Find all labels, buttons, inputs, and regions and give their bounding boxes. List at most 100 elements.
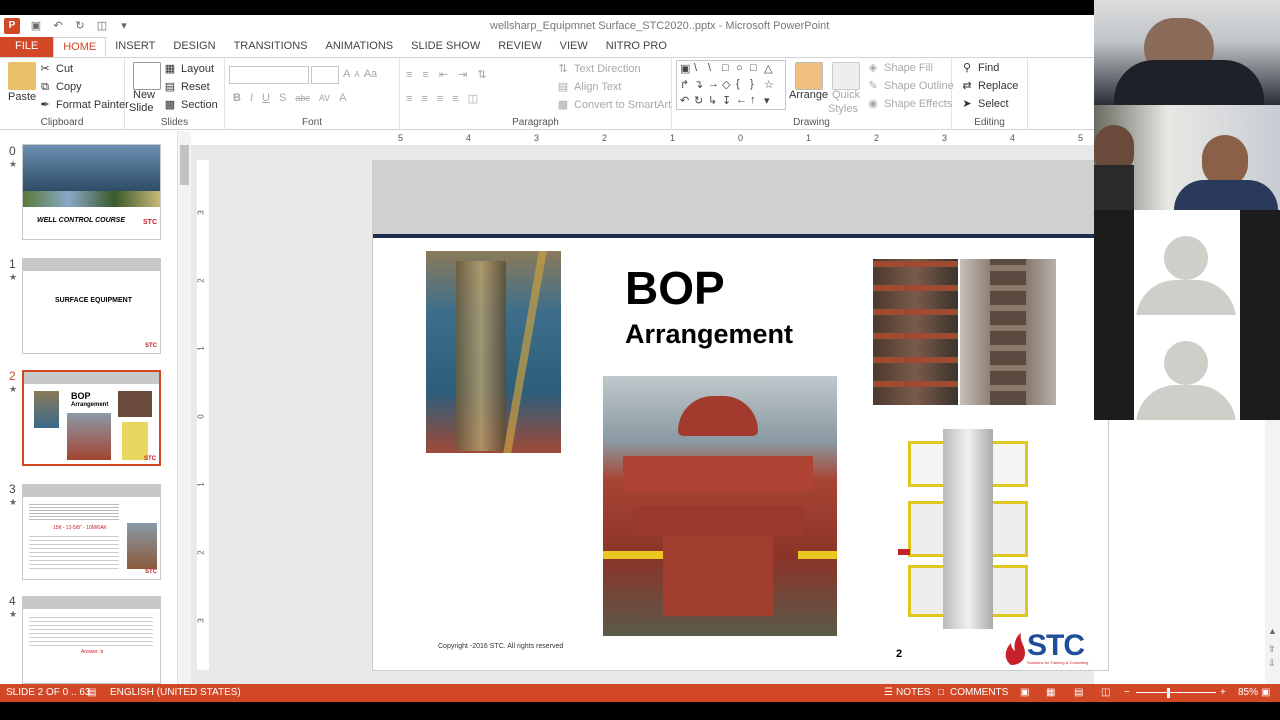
- tab-home[interactable]: HOME: [53, 37, 107, 57]
- slide-vertical-scrollbar[interactable]: ▲ ⇧ ⇩: [1265, 420, 1280, 684]
- bop-photo-rig-2[interactable]: [960, 259, 1056, 405]
- bop-photo-stack[interactable]: [603, 376, 837, 636]
- format-painter-button[interactable]: ✒ Format Painter: [38, 98, 128, 112]
- scrollbar-thumb[interactable]: [180, 145, 189, 185]
- copy-button[interactable]: ⧉ Copy: [38, 80, 82, 94]
- bop-diagram-3d[interactable]: [888, 419, 1038, 634]
- arrange-icon[interactable]: [795, 62, 823, 90]
- previous-slide-icon[interactable]: ⇧: [1268, 644, 1276, 655]
- reading-view-icon[interactable]: ▤: [1074, 687, 1083, 698]
- bop-photo-rig-1[interactable]: [873, 259, 958, 405]
- slide-thumbnail-2[interactable]: BOP Arrangement STC: [22, 370, 161, 466]
- slide-sorter-icon[interactable]: ▦: [1046, 687, 1055, 698]
- customize-qat-icon[interactable]: ▾: [118, 20, 130, 32]
- thumbnail-scrollbar[interactable]: [178, 131, 191, 684]
- scroll-up-icon[interactable]: ▲: [1268, 626, 1277, 636]
- new-slide-label-2[interactable]: Slide: [129, 102, 153, 114]
- zoom-out-icon[interactable]: −: [1124, 687, 1130, 698]
- tab-view[interactable]: VIEW: [551, 37, 597, 57]
- video-tile-participant-3[interactable]: [1094, 210, 1280, 315]
- zoom-in-icon[interactable]: +: [1220, 687, 1226, 698]
- next-slide-icon[interactable]: ⇩: [1268, 658, 1276, 669]
- tab-nitro-pro[interactable]: NITRO PRO: [597, 37, 676, 57]
- text-direction-button[interactable]: ⇅ Text Direction: [556, 62, 640, 76]
- line-spacing-icon[interactable]: ⇅: [477, 68, 486, 81]
- notes-button[interactable]: NOTES: [896, 687, 930, 698]
- align-center-icon[interactable]: ≡: [421, 93, 427, 105]
- align-left-icon[interactable]: ≡: [406, 93, 412, 105]
- italic-button[interactable]: I: [250, 92, 253, 104]
- char-spacing-button[interactable]: AV: [319, 93, 330, 103]
- replace-button[interactable]: ⇄ Replace: [960, 79, 1018, 93]
- underline-button[interactable]: U: [262, 92, 270, 104]
- bullets-icon[interactable]: ≡: [406, 69, 412, 81]
- paste-icon[interactable]: [8, 62, 36, 90]
- new-slide-label-1[interactable]: New: [133, 89, 155, 101]
- zoom-slider-track[interactable]: [1136, 692, 1216, 693]
- font-color-button[interactable]: A: [339, 92, 346, 104]
- tab-slide-show[interactable]: SLIDE SHOW: [402, 37, 489, 57]
- video-tile-participant-4[interactable]: [1094, 315, 1280, 420]
- slide-thumbnail-0[interactable]: WELL CONTROL COURSE STC: [22, 144, 161, 240]
- shape-outline-button[interactable]: ✎ Shape Outline: [866, 79, 953, 93]
- zoom-slider-handle[interactable]: [1167, 688, 1170, 698]
- slide-thumbnail-1[interactable]: SURFACE EQUIPMENT STC: [22, 258, 161, 354]
- quick-styles-icon[interactable]: [832, 62, 860, 90]
- section-button[interactable]: ▩ Section: [163, 98, 218, 112]
- layout-button[interactable]: ▦ Layout: [163, 62, 214, 76]
- video-tile-participant-1[interactable]: [1094, 0, 1280, 105]
- justify-icon[interactable]: ≡: [452, 93, 458, 105]
- new-slide-icon[interactable]: [133, 62, 161, 90]
- shape-effects-button[interactable]: ◉ Shape Effects: [866, 97, 952, 111]
- tab-insert[interactable]: INSERT: [106, 37, 164, 57]
- slide-title[interactable]: BOP: [625, 261, 725, 315]
- arrange-button[interactable]: Arrange: [789, 89, 828, 101]
- language-indicator[interactable]: ENGLISH (UNITED STATES): [110, 687, 241, 698]
- font-size-select[interactable]: [311, 66, 339, 84]
- find-button[interactable]: ⚲ Find: [960, 61, 999, 75]
- tab-review[interactable]: REVIEW: [489, 37, 550, 57]
- numbering-icon[interactable]: ≡: [422, 69, 428, 81]
- comments-button[interactable]: COMMENTS: [950, 687, 1008, 698]
- video-tile-participant-2[interactable]: [1094, 105, 1280, 210]
- shape-fill-button[interactable]: ◈ Shape Fill: [866, 61, 933, 75]
- tab-animations[interactable]: ANIMATIONS: [317, 37, 403, 57]
- columns-icon[interactable]: ◫: [468, 92, 478, 105]
- tab-design[interactable]: DESIGN: [164, 37, 224, 57]
- tab-transitions[interactable]: TRANSITIONS: [225, 37, 317, 57]
- comments-icon[interactable]: □: [938, 687, 944, 698]
- font-size-buttons[interactable]: AA Aa: [343, 68, 377, 80]
- paste-button[interactable]: Paste: [8, 91, 36, 103]
- quick-styles-label-1[interactable]: Quick: [832, 89, 860, 101]
- outdent-icon[interactable]: ⇥: [458, 68, 467, 81]
- indent-icon[interactable]: ⇤: [439, 68, 448, 81]
- slide-thumbnail-3[interactable]: 15ft - 13-5/8" - 10M/6AK STC: [22, 484, 161, 580]
- slideshow-view-icon[interactable]: ◫: [1101, 687, 1110, 698]
- convert-smartart-button[interactable]: ▩ Convert to SmartArt: [556, 98, 671, 112]
- select-button[interactable]: ➤ Select: [960, 97, 1008, 111]
- align-text-button[interactable]: ▤ Align Text: [556, 80, 622, 94]
- spellcheck-icon[interactable]: ▤: [87, 687, 96, 698]
- align-right-icon[interactable]: ≡: [437, 93, 443, 105]
- notes-icon[interactable]: ☰: [884, 687, 893, 698]
- slide-thumbnail-4[interactable]: Answer: b: [22, 596, 161, 684]
- quick-styles-label-2[interactable]: Styles: [828, 103, 858, 115]
- undo-icon[interactable]: ↶: [52, 20, 64, 32]
- shadow-button[interactable]: S: [279, 92, 286, 104]
- fit-slide-icon[interactable]: ▣: [1261, 687, 1270, 698]
- reset-button[interactable]: ▤ Reset: [163, 80, 210, 94]
- shapes-gallery[interactable]: ▣ \ \ □ ○ □ △ ↱ ↴ → ◇{} ☆ ↶ ↻ ↳ ↧ ← ↑ ▾: [676, 60, 786, 110]
- change-case-button[interactable]: Aa: [364, 68, 377, 80]
- strikethrough-button[interactable]: abc: [295, 93, 310, 103]
- bop-photo-offshore[interactable]: [426, 251, 561, 453]
- tab-file[interactable]: FILE: [0, 37, 54, 57]
- save-icon[interactable]: ▣: [30, 20, 42, 32]
- normal-view-icon[interactable]: ▣: [1020, 687, 1029, 698]
- bold-button[interactable]: B: [233, 92, 241, 104]
- font-family-select[interactable]: [229, 66, 309, 84]
- slide-subtitle[interactable]: Arrangement: [625, 319, 793, 350]
- zoom-level[interactable]: 85%: [1238, 687, 1258, 698]
- start-slideshow-icon[interactable]: ◫: [96, 20, 108, 32]
- redo-icon[interactable]: ↻: [74, 20, 86, 32]
- cut-button[interactable]: ✂ Cut: [38, 62, 73, 76]
